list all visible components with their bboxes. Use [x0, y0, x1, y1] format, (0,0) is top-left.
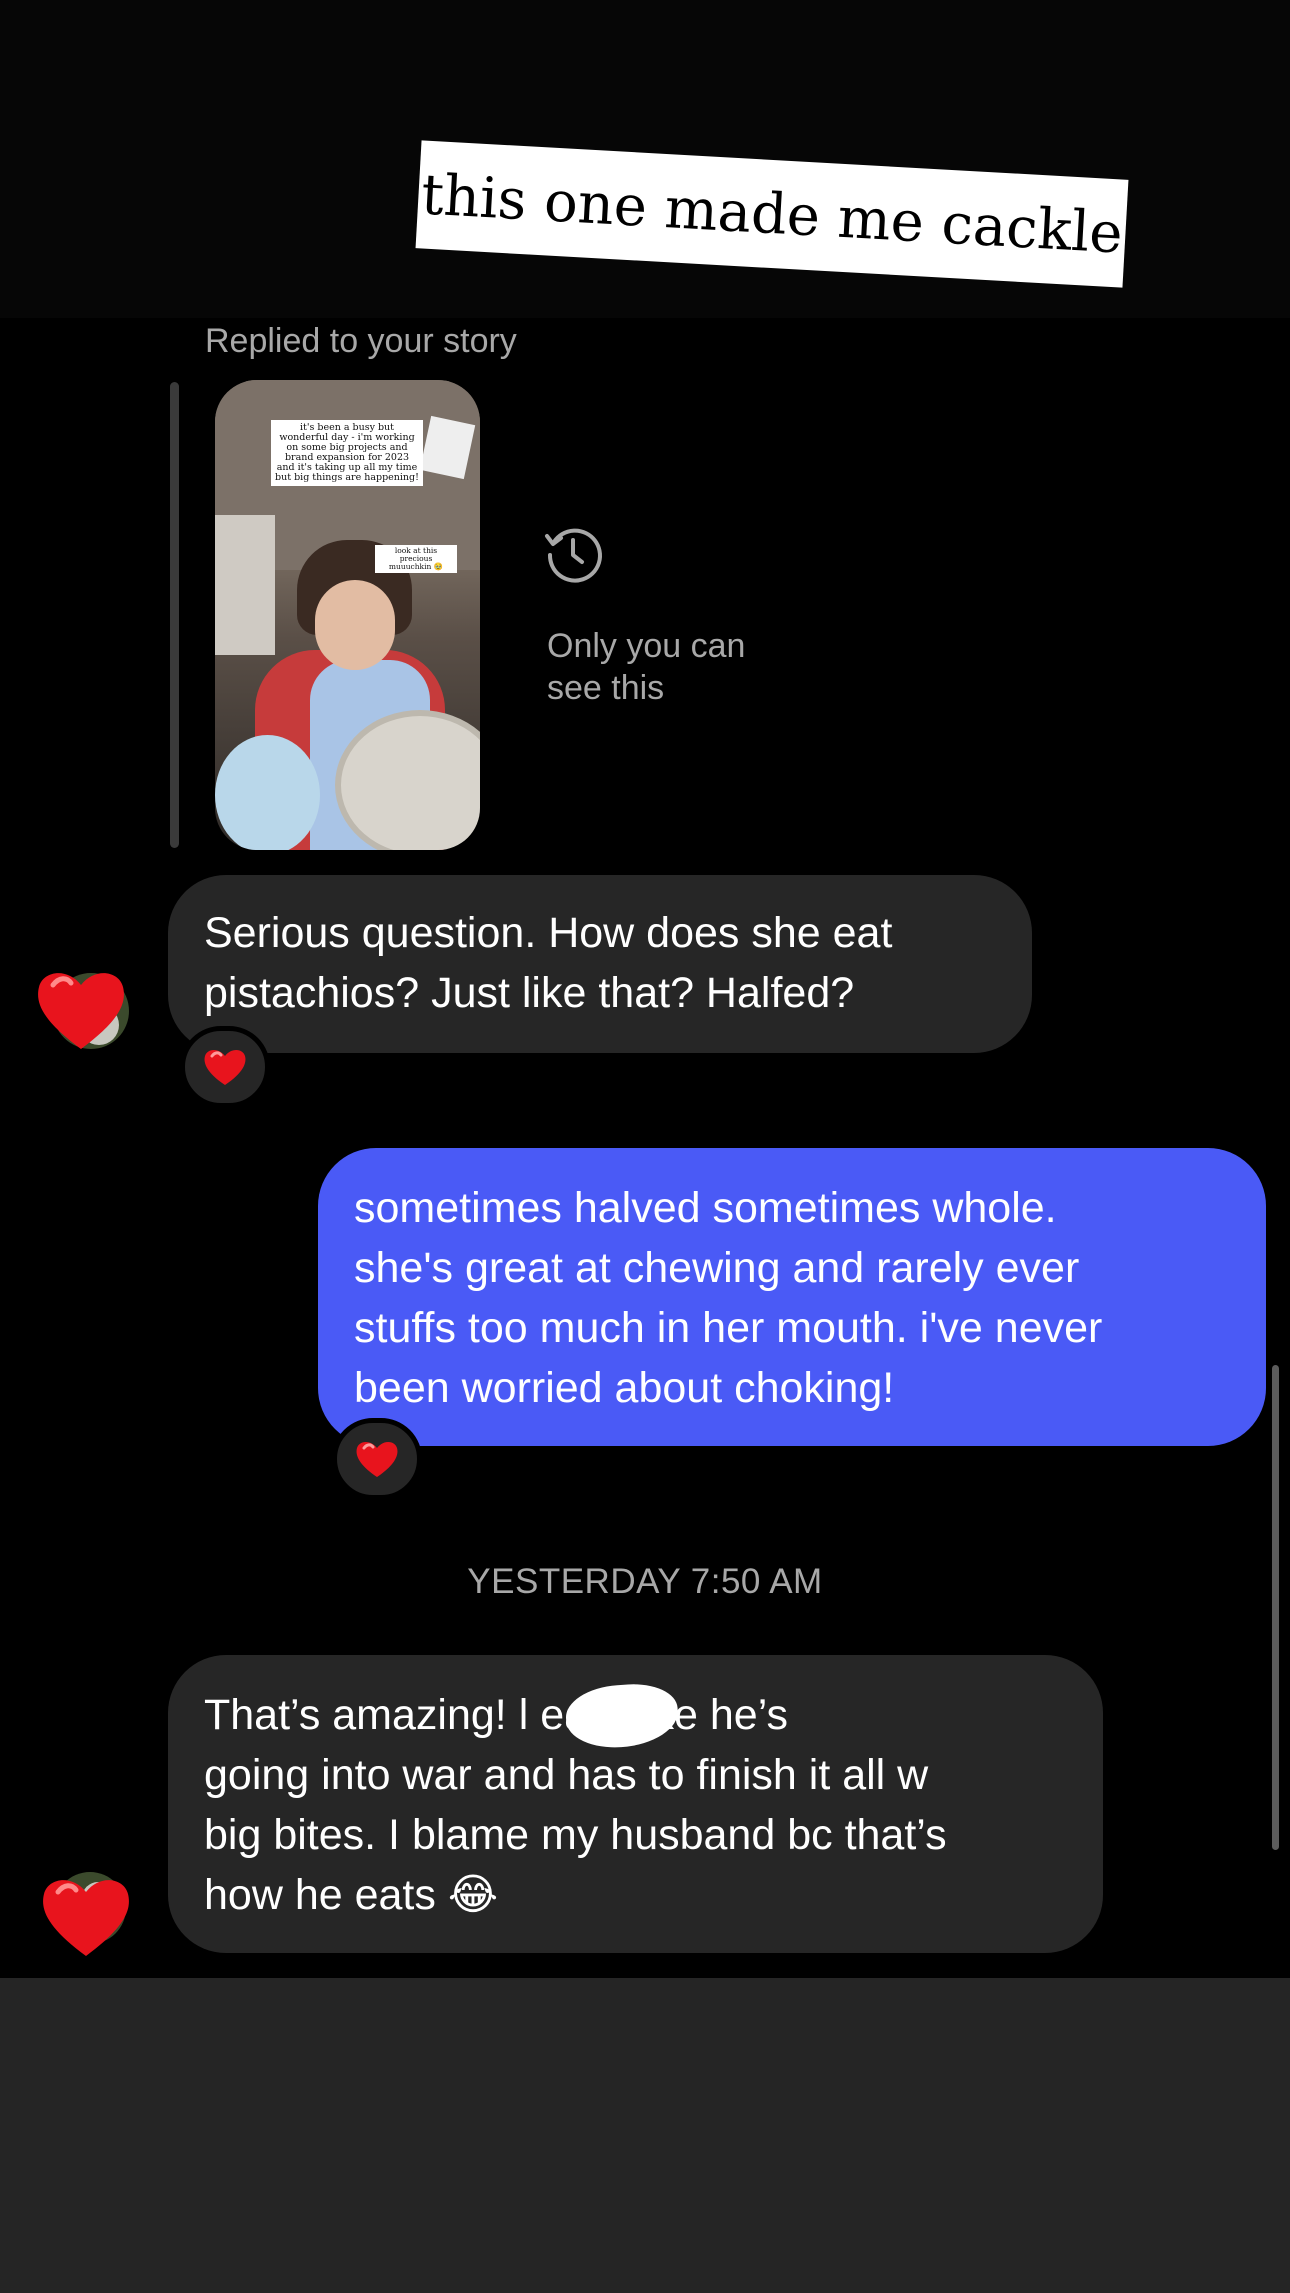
replied-to-story-label: Replied to your story: [205, 322, 517, 360]
message-line: going into war and has to finish it all …: [204, 1751, 929, 1799]
message-bubble-incoming[interactable]: Serious question. How does she eat pista…: [168, 875, 1032, 1053]
only-you-can-see-text: Only you can see this: [547, 627, 746, 707]
history-clock-icon: [545, 528, 602, 583]
story-thumbnail[interactable]: it's been a busy but wonderful day - i'm…: [215, 380, 480, 850]
message-line: how he eats 😂: [204, 1871, 499, 1919]
heart-avatar-icon[interactable]: [33, 963, 133, 1055]
message-reaction[interactable]: [332, 1418, 422, 1500]
scrollbar[interactable]: [1272, 1365, 1279, 1850]
message-timestamp: YESTERDAY 7:50 AM: [467, 1562, 823, 1601]
message-line: been worried about choking!: [354, 1364, 895, 1412]
message-line: she's great at chewing and rarely ever: [354, 1244, 1080, 1292]
story-reply-bar: [170, 382, 179, 848]
message-reaction[interactable]: [180, 1026, 270, 1108]
message-line: sometimes halved sometimes whole.: [354, 1184, 1057, 1232]
caption-text: this one made me cackle: [419, 161, 1125, 267]
message-line: pistachios? Just like that? Halfed?: [204, 969, 855, 1017]
message-line: stuffs too much in her mouth. i've never: [354, 1304, 1103, 1352]
bottom-panel: [0, 1978, 1290, 2293]
story-text-sticker-small: look at this precious muuuchkin 🥹: [375, 545, 457, 573]
story-text-sticker: it's been a busy but wonderful day - i'm…: [271, 420, 423, 486]
heart-avatar-icon[interactable]: [38, 1868, 138, 1960]
heart-reaction-icon: [356, 1441, 398, 1477]
message-bubble-outgoing[interactable]: sometimes halved sometimes whole. she's …: [318, 1148, 1266, 1446]
message-line: Serious question. How does she eat: [204, 909, 893, 957]
heart-reaction-icon: [204, 1049, 246, 1085]
message-line: big bites. I blame my husband bc that’s: [204, 1811, 947, 1859]
